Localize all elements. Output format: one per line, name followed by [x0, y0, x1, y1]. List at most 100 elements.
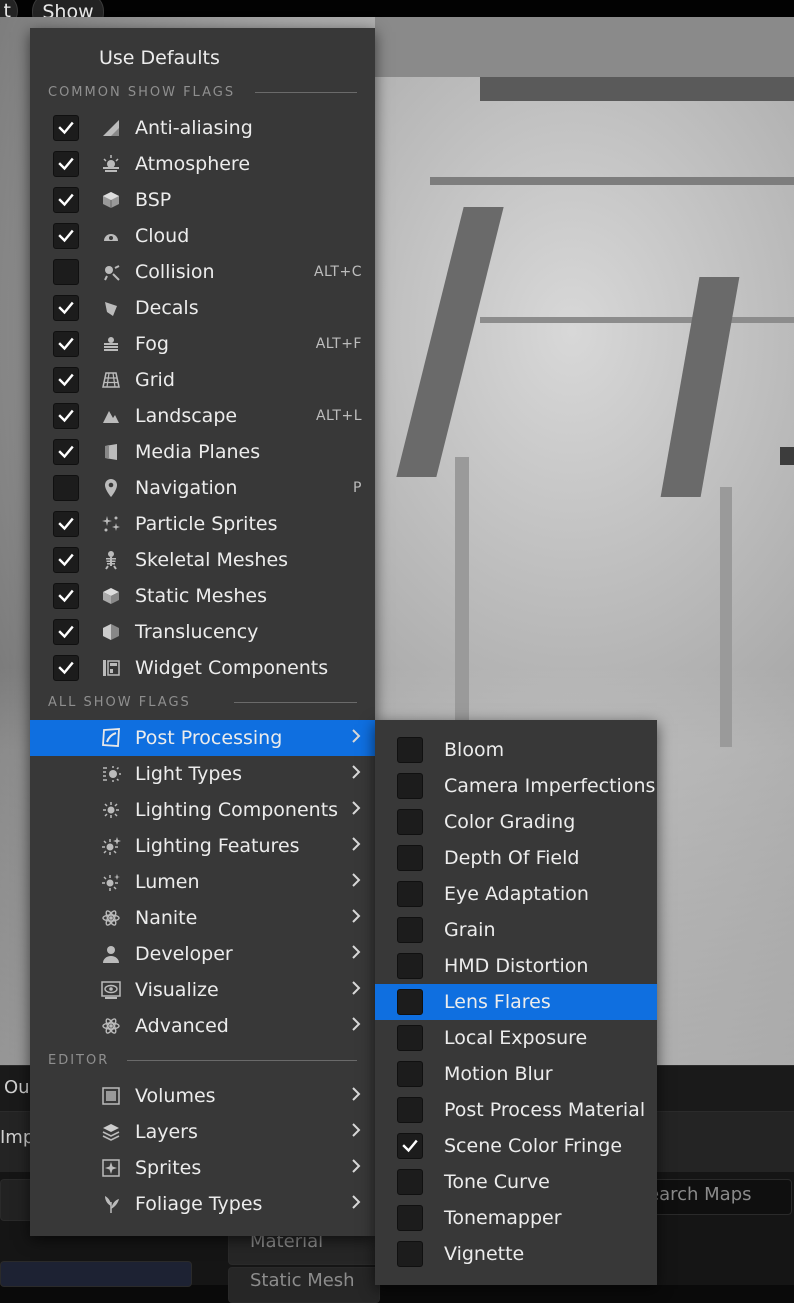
checkbox[interactable] — [397, 1061, 423, 1087]
show-flag-static-meshes[interactable]: Static Meshes — [30, 578, 375, 614]
submenu-lighting-components[interactable]: Lighting Components — [30, 792, 375, 828]
checkbox[interactable] — [53, 187, 79, 213]
checkbox[interactable] — [53, 115, 79, 141]
checkbox[interactable] — [53, 547, 79, 573]
use-defaults-item[interactable]: Use Defaults — [30, 40, 375, 76]
submenu-label: Post Processing — [135, 727, 283, 749]
submenu-advanced[interactable]: Advanced — [30, 1008, 375, 1044]
post-flag-color-grading[interactable]: Color Grading — [375, 804, 657, 840]
submenu-label: Lighting Components — [135, 799, 339, 821]
show-flag-skeletal-meshes[interactable]: Skeletal Meshes — [30, 542, 375, 578]
checkbox[interactable] — [397, 1133, 423, 1159]
checkmark-icon — [58, 445, 74, 459]
checkbox[interactable] — [53, 151, 79, 177]
checkbox[interactable] — [397, 773, 423, 799]
lumen-icon — [100, 871, 122, 893]
show-flag-decals[interactable]: Decals — [30, 290, 375, 326]
checkbox[interactable] — [397, 1205, 423, 1231]
show-flag-widget-components[interactable]: Widget Components — [30, 650, 375, 686]
submenu-developer[interactable]: Developer — [30, 936, 375, 972]
checkbox[interactable] — [53, 439, 79, 465]
submenu-layers[interactable]: Layers — [30, 1114, 375, 1150]
submenu-lighting-features[interactable]: Lighting Features — [30, 828, 375, 864]
checkbox[interactable] — [53, 331, 79, 357]
post-processing-submenu: Bloom Camera Imperfections Color Grading De… — [375, 720, 657, 1285]
post-flag-tonemapper[interactable]: Tonemapper — [375, 1200, 657, 1236]
post-flag-eye-adaptation[interactable]: Eye Adaptation — [375, 876, 657, 912]
post-flag-tone-curve[interactable]: Tone Curve — [375, 1164, 657, 1200]
chevron-right-icon — [350, 800, 362, 821]
shortcut-text: ALT+F — [315, 336, 362, 352]
checkbox[interactable] — [397, 989, 423, 1015]
checkbox[interactable] — [53, 619, 79, 645]
checkbox[interactable] — [397, 1241, 423, 1267]
checkbox[interactable] — [397, 953, 423, 979]
show-flag-cloud[interactable]: Cloud — [30, 218, 375, 254]
checkbox[interactable] — [397, 917, 423, 943]
show-flag-collision[interactable]: Collision ALT+C — [30, 254, 375, 290]
submenu-nanite[interactable]: Nanite — [30, 900, 375, 936]
checkbox[interactable] — [53, 259, 79, 285]
submenu-post-processing[interactable]: Post Processing — [30, 720, 375, 756]
navigation-icon — [100, 477, 122, 499]
post-flag-depth-of-field[interactable]: Depth Of Field — [375, 840, 657, 876]
flag-label: Landscape — [135, 405, 238, 427]
show-flag-translucency[interactable]: Translucency — [30, 614, 375, 650]
post-flag-hmd-distortion[interactable]: HMD Distortion — [375, 948, 657, 984]
show-flag-media-planes[interactable]: Media Planes — [30, 434, 375, 470]
flag-label: Grid — [135, 369, 175, 391]
post-flag-local-exposure[interactable]: Local Exposure — [375, 1020, 657, 1056]
checkbox[interactable] — [53, 475, 79, 501]
submenu-lumen[interactable]: Lumen — [30, 864, 375, 900]
flag-label: Vignette — [444, 1243, 525, 1265]
submenu-foliage-types[interactable]: Foliage Types — [30, 1186, 375, 1222]
search-maps-input[interactable]: earch Maps — [648, 1184, 752, 1205]
checkbox[interactable] — [397, 845, 423, 871]
flag-label: Color Grading — [444, 811, 576, 833]
checkbox[interactable] — [397, 881, 423, 907]
media-planes-icon — [100, 441, 122, 463]
checkbox[interactable] — [397, 1097, 423, 1123]
submenu-sprites[interactable]: Sprites — [30, 1150, 375, 1186]
show-flag-grid[interactable]: Grid — [30, 362, 375, 398]
checkbox[interactable] — [53, 403, 79, 429]
chevron-right-icon — [350, 872, 362, 893]
show-flag-bsp[interactable]: BSP — [30, 182, 375, 218]
post-flag-camera-imperfections[interactable]: Camera Imperfections — [375, 768, 657, 804]
flag-label: Cloud — [135, 225, 190, 247]
post-flag-scene-color-fringe[interactable]: Scene Color Fringe — [375, 1128, 657, 1164]
checkbox[interactable] — [53, 583, 79, 609]
checkbox[interactable] — [397, 809, 423, 835]
checkbox[interactable] — [397, 737, 423, 763]
checkbox[interactable] — [397, 1169, 423, 1195]
flag-label: Depth Of Field — [444, 847, 580, 869]
checkbox[interactable] — [53, 655, 79, 681]
chevron-right-icon — [350, 908, 362, 929]
show-flag-atmosphere[interactable]: Atmosphere — [30, 146, 375, 182]
show-flag-navigation[interactable]: Navigation P — [30, 470, 375, 506]
checkbox[interactable] — [53, 295, 79, 321]
checkmark-icon — [58, 661, 74, 675]
checkbox[interactable] — [53, 223, 79, 249]
checkbox[interactable] — [53, 367, 79, 393]
post-flag-vignette[interactable]: Vignette — [375, 1236, 657, 1272]
submenu-light-types[interactable]: Light Types — [30, 756, 375, 792]
asset-item-static-mesh[interactable]: Static Mesh — [250, 1270, 355, 1291]
submenu-volumes[interactable]: Volumes — [30, 1078, 375, 1114]
post-flag-motion-blur[interactable]: Motion Blur — [375, 1056, 657, 1092]
post-flag-lens-flares[interactable]: Lens Flares — [375, 984, 657, 1020]
show-flag-anti-aliasing[interactable]: Anti-aliasing — [30, 110, 375, 146]
show-flag-particle-sprites[interactable]: Particle Sprites — [30, 506, 375, 542]
submenu-label: Lighting Features — [135, 835, 300, 857]
checkbox[interactable] — [53, 511, 79, 537]
submenu-visualize[interactable]: Visualize — [30, 972, 375, 1008]
checkmark-icon — [402, 1139, 418, 1153]
show-flag-fog[interactable]: Fog ALT+F — [30, 326, 375, 362]
post-flag-grain[interactable]: Grain — [375, 912, 657, 948]
checkbox[interactable] — [397, 1025, 423, 1051]
show-flag-landscape[interactable]: Landscape ALT+L — [30, 398, 375, 434]
post-flag-post-process-material[interactable]: Post Process Material — [375, 1092, 657, 1128]
chevron-right-icon — [350, 944, 362, 965]
volumes-icon — [100, 1085, 122, 1107]
post-flag-bloom[interactable]: Bloom — [375, 732, 657, 768]
